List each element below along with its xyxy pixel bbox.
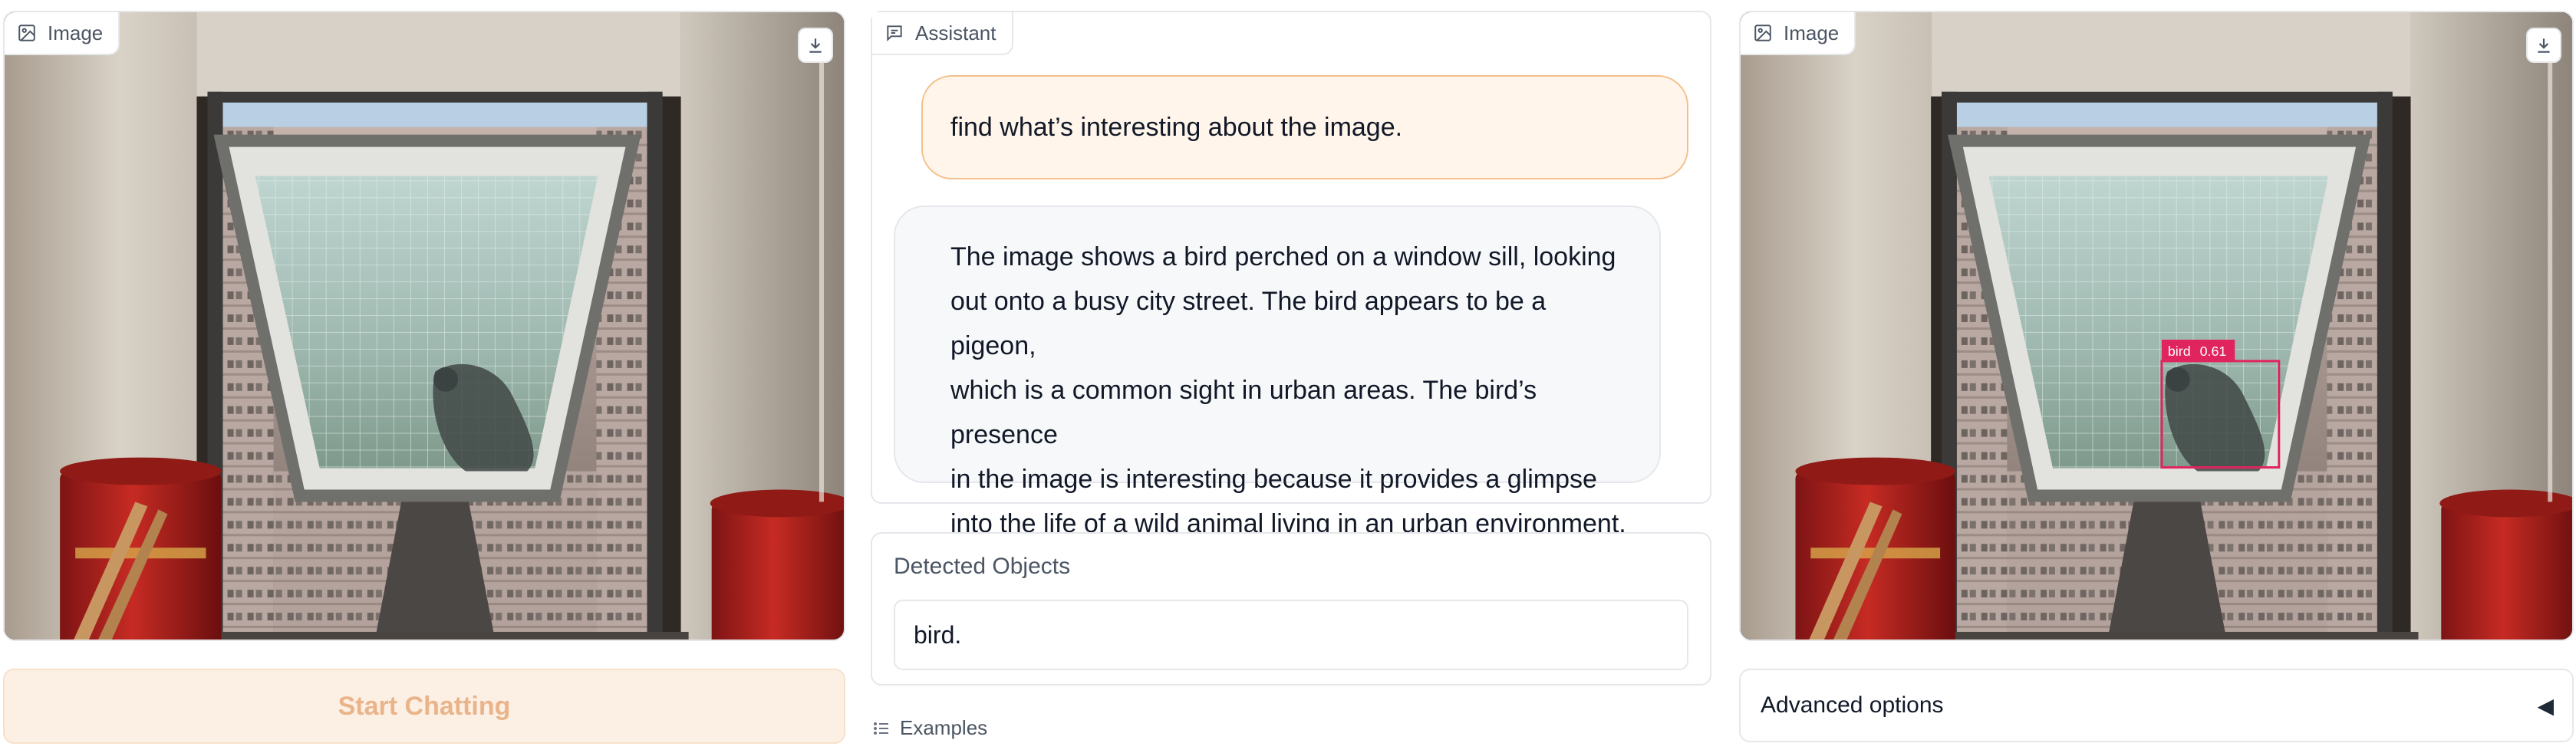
chat-icon bbox=[887, 25, 902, 42]
examples-label: Examples bbox=[900, 716, 988, 739]
output-image-panel[interactable]: bird 0.61 Image bbox=[1739, 11, 2574, 641]
user-message-text: find what’s interesting about the image. bbox=[950, 112, 1403, 142]
assistant-message-line: out onto a busy city street. The bird ap… bbox=[950, 287, 1547, 360]
image-label-tag: Image bbox=[1741, 12, 1856, 55]
assistant-label: Assistant bbox=[915, 21, 996, 44]
detected-objects-field[interactable]: bird. bbox=[894, 600, 1688, 670]
detection-score: 0.61 bbox=[2200, 344, 2227, 359]
image-label: Image bbox=[48, 21, 104, 44]
input-image-panel[interactable]: Image bbox=[3, 11, 845, 641]
assistant-message: The image shows a bird perched on a wind… bbox=[894, 206, 1661, 538]
list-icon bbox=[874, 722, 888, 735]
detection-label-name: bird bbox=[2168, 344, 2191, 359]
assistant-message-line: in the image is interesting because it p… bbox=[950, 465, 1597, 494]
download-button[interactable] bbox=[798, 28, 833, 63]
detected-objects-panel: Detected Objects bird. bbox=[871, 532, 1711, 686]
detection-overlay: bird 0.61 bbox=[2160, 339, 2281, 469]
image-label: Image bbox=[1784, 21, 1840, 44]
advanced-options-accordion[interactable]: Advanced options ◀ bbox=[1739, 669, 2574, 742]
chatbot-panel: Assistant find what’s interesting about … bbox=[871, 11, 1711, 538]
collapse-caret-icon: ◀ bbox=[2537, 693, 2554, 718]
user-message: find what’s interesting about the image. bbox=[921, 75, 1688, 179]
download-icon bbox=[2538, 38, 2550, 53]
advanced-options-label: Advanced options bbox=[1761, 692, 1944, 718]
download-button[interactable] bbox=[2526, 28, 2561, 63]
examples-toggle[interactable]: Examples bbox=[872, 716, 987, 740]
assistant-label-tag: Assistant bbox=[872, 12, 1013, 55]
detection-box bbox=[2160, 360, 2281, 469]
image-label-tag: Image bbox=[5, 12, 120, 55]
assistant-message-line: The image shows a bird perched on a wind… bbox=[950, 242, 1616, 271]
start-chatting-button[interactable]: Start Chatting bbox=[3, 669, 845, 744]
image-icon bbox=[18, 25, 35, 41]
download-icon bbox=[809, 38, 822, 53]
input-image bbox=[5, 12, 844, 640]
detected-objects-value: bird. bbox=[914, 620, 962, 649]
detected-objects-label: Detected Objects bbox=[894, 554, 1071, 579]
assistant-message-line: which is a common sight in urban areas. … bbox=[950, 376, 1537, 449]
image-icon bbox=[1754, 25, 1771, 41]
